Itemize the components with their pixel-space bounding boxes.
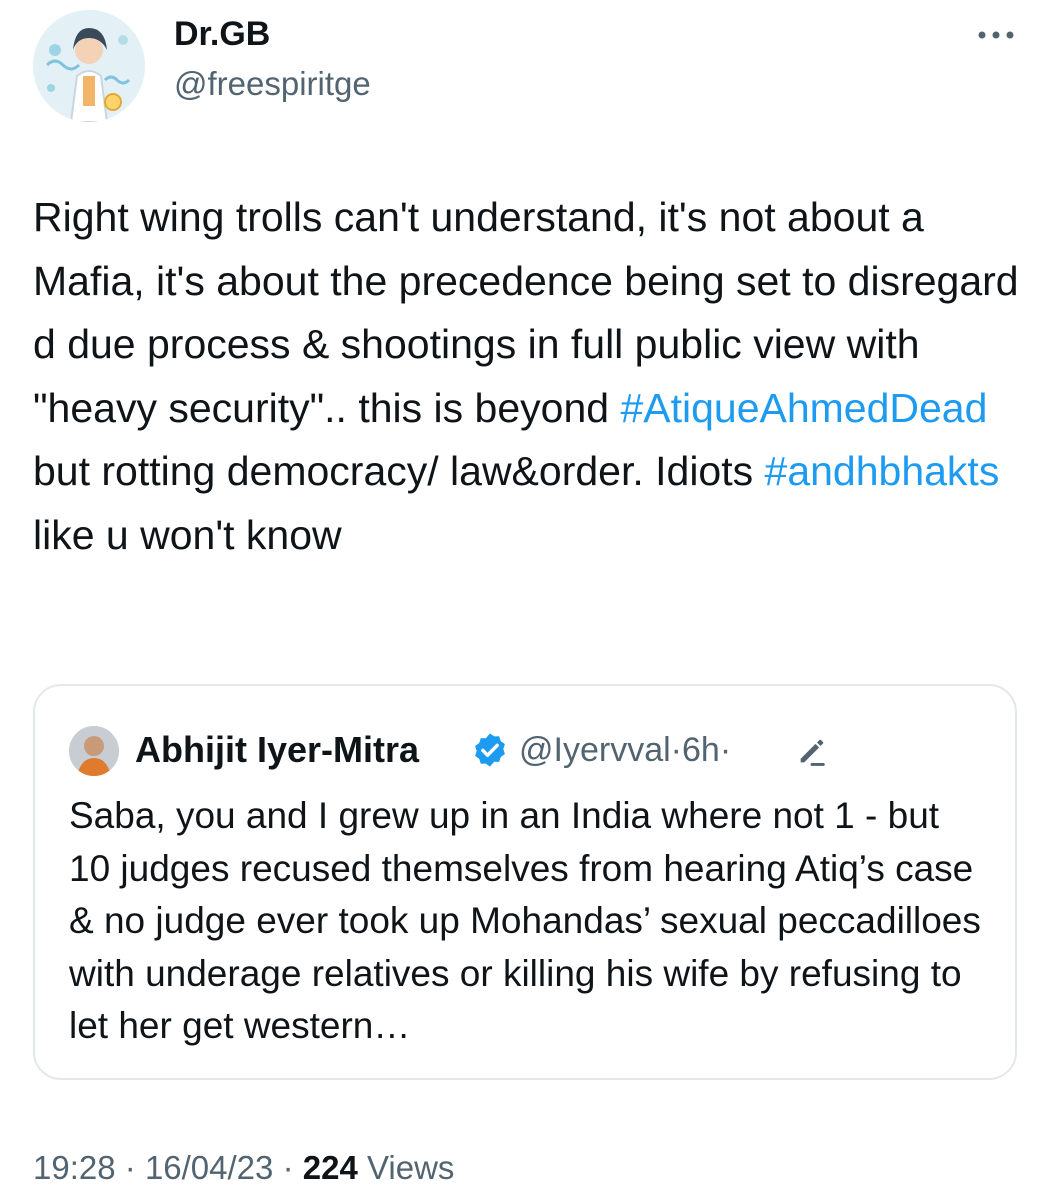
scientist-avatar-icon (33, 10, 145, 122)
verified-badge-icon (471, 731, 509, 769)
quoted-author-display-name: Abhijit Iyer-Mitra (135, 729, 420, 770)
author-display-name[interactable]: Dr.GB (174, 14, 270, 54)
quoted-tweet-text: Saba, you and I grew up in an India wher… (69, 795, 981, 1046)
author-handle[interactable]: @freespiritge (174, 64, 371, 104)
author-avatar[interactable] (33, 10, 145, 122)
meta-separator: · (282, 1149, 294, 1186)
tweet-footer-meta: 19:28 · 16/04/23 · 224 Views (33, 1146, 454, 1190)
quoted-time: 6h (681, 731, 720, 769)
meta-separator: · (719, 731, 732, 769)
meta-separator: · (124, 1149, 136, 1186)
tweet-text-segment: but rotting democracy/ law&order. Idiots (33, 448, 765, 494)
quoted-handle: @Iyervval (519, 731, 671, 769)
hashtag-link[interactable]: #andhbhakts (765, 448, 1000, 494)
hashtag-link[interactable]: #AtiqueAhmedDead (620, 385, 987, 431)
quoted-meta: @Iyervval·6h· (519, 728, 731, 772)
edited-pencil-icon (795, 734, 829, 768)
meta-separator: · (670, 731, 682, 769)
views-count[interactable]: 224 (303, 1149, 358, 1186)
tweet-text: Right wing trolls can't understand, it's… (33, 186, 1023, 567)
quoted-author-avatar (69, 726, 119, 776)
ellipsis-icon[interactable] (968, 20, 1024, 50)
quoted-tweet-card[interactable]: Abhijit Iyer-Mitra @Iyervval·6h· Saba, y… (33, 684, 1017, 1080)
views-label[interactable]: Views (367, 1149, 454, 1186)
tweet-date[interactable]: 16/04/23 (145, 1149, 273, 1186)
tweet-text-segment: like u won't know (33, 511, 342, 558)
tweet-time[interactable]: 19:28 (33, 1149, 116, 1186)
tweet: Dr.GB @freespiritge Right wing trolls ca… (0, 0, 1052, 1200)
